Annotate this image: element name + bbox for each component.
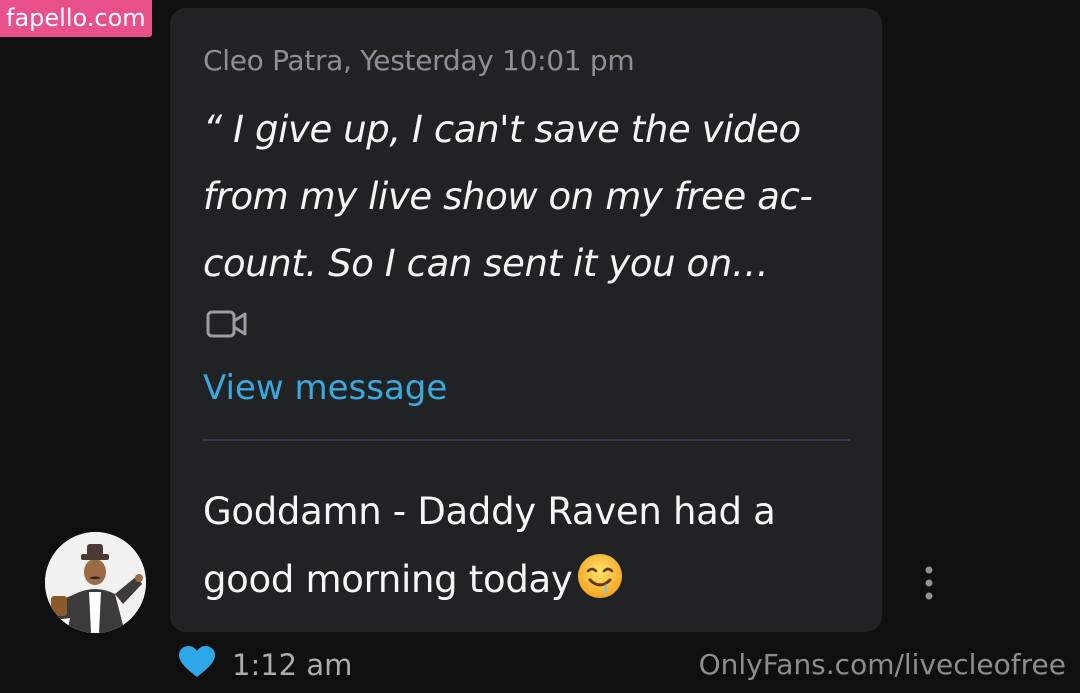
divider — [203, 439, 850, 441]
drooling-face-emoji — [576, 552, 624, 600]
video-icon — [206, 310, 247, 338]
chat-screen: fapello.com Cleo Patra, Yesterday 10:01 … — [0, 0, 1080, 693]
heart-icon[interactable] — [178, 645, 216, 679]
avatar-illustration — [45, 532, 146, 633]
message-time: 1:12 am — [232, 648, 353, 682]
quoted-message-text: “ I give up, I can't save the video from… — [203, 108, 813, 285]
watermark-top: fapello.com — [0, 0, 152, 37]
quoted-message-meta: Cleo Patra, Yesterday 10:01 pm — [203, 44, 635, 77]
watermark-bottom: OnlyFans.com/livecleofree — [698, 648, 1066, 681]
avatar[interactable] — [45, 532, 146, 633]
view-message-link[interactable]: View message — [203, 368, 447, 408]
message-text-block: Goddamn - Daddy Raven had a good morning… — [203, 478, 863, 614]
message-bubble: Cleo Patra, Yesterday 10:01 pm “ I give … — [170, 8, 882, 632]
more-vertical-icon[interactable] — [918, 562, 940, 604]
message-text: Goddamn - Daddy Raven had a good morning… — [203, 490, 776, 601]
